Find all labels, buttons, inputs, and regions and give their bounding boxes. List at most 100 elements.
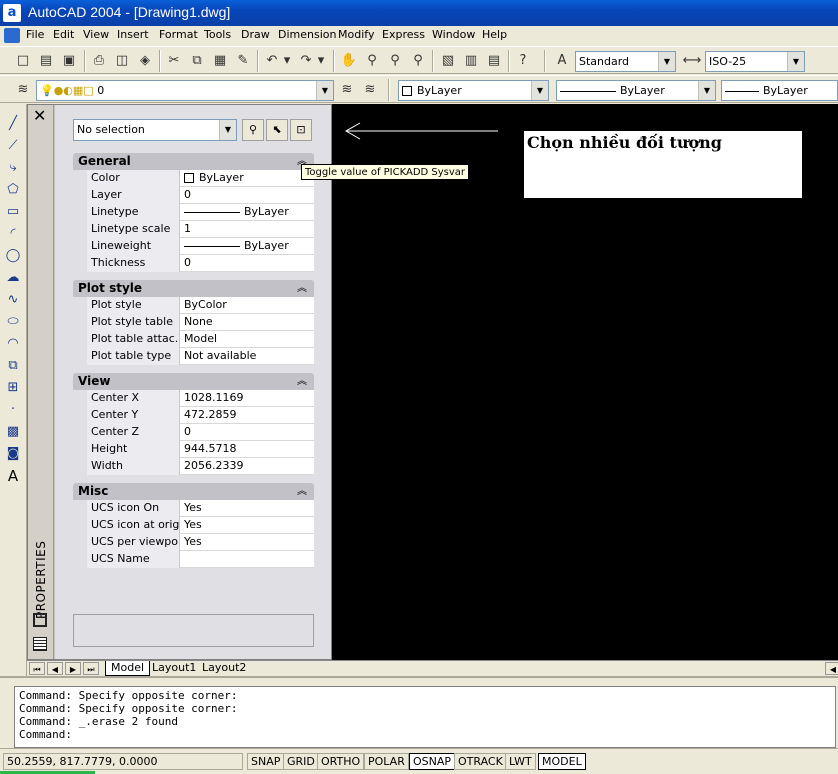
property-value[interactable]: 0 [181,187,314,204]
palette-handle[interactable]: ✕ PROPERTIES [28,105,54,659]
property-row[interactable]: Height 944.5718 [87,441,314,458]
collapse-icon[interactable]: ︽ [297,280,307,297]
property-value[interactable]: 0 [181,255,314,272]
menu-dimension[interactable]: Dimension [276,28,338,41]
undo-icon[interactable]: ↶ [262,51,282,71]
menu-help[interactable]: Help [480,28,509,41]
make-object-layer-current-icon[interactable]: ≋ [337,80,357,100]
property-value[interactable]: 1 [181,221,314,238]
selection-select[interactable]: No selection ▼ [73,119,237,141]
ellipse-arc-icon[interactable]: ◠ [3,334,23,354]
pan-icon[interactable]: ✋ [339,51,359,71]
document-icon[interactable] [4,28,20,43]
menu-insert[interactable]: Insert [115,28,151,41]
menu-window[interactable]: Window [430,28,477,41]
property-row[interactable]: Center X 1028.1169 [87,390,314,407]
property-row[interactable]: UCS per viewport Yes [87,534,314,551]
menu-express[interactable]: Express [380,28,427,41]
grid-toggle[interactable]: GRID [283,753,319,770]
rectangle-icon[interactable]: ▭ [3,202,23,222]
property-value[interactable]: ByLayer [181,204,314,221]
zoom-realtime-icon[interactable]: ⚲ [362,51,382,71]
chevron-down-icon[interactable]: ▼ [658,52,675,71]
tab-layout2[interactable]: Layout2 [197,661,251,676]
menu-view[interactable]: View [81,28,111,41]
zoom-previous-icon[interactable]: ⚲ [408,51,428,71]
property-value[interactable]: None [181,314,314,331]
property-row[interactable]: Plot style ByColor [87,297,314,314]
property-row[interactable]: Plot style table None [87,314,314,331]
copy-icon[interactable]: ⧉ [187,51,207,71]
quick-select-icon[interactable]: ⚲ [242,119,264,141]
model-toggle[interactable]: MODEL [538,753,586,770]
ortho-toggle[interactable]: ORTHO [317,753,365,770]
save-icon[interactable]: ▣ [59,51,79,71]
osnap-toggle[interactable]: OSNAP [409,753,456,770]
cut-icon[interactable]: ✂ [164,51,184,71]
property-row[interactable]: Center Z0 [87,424,314,441]
property-row[interactable]: Color ByLayer [87,170,314,187]
last-tab-icon[interactable]: ⏭ [83,662,99,675]
property-row[interactable]: Lineweight ByLayer [87,238,314,255]
property-row[interactable]: Linetype ByLayer [87,204,314,221]
region-icon[interactable]: ◙ [3,444,23,464]
collapse-icon[interactable]: ︽ [297,483,307,500]
property-value[interactable] [181,551,314,568]
section-header[interactable]: Misc ︽ [73,483,314,500]
polyline-icon[interactable]: ⤷ [3,158,23,178]
lineweight-select[interactable]: ByLayer [721,80,838,101]
scroll-left-icon[interactable]: ◀ [825,662,838,675]
chevron-down-icon[interactable]: ▼ [219,120,236,140]
layer-select[interactable]: 💡●◐▦□ 0 ▼ [36,80,334,101]
otrack-toggle[interactable]: OTRACK [454,753,507,770]
command-history[interactable]: Command: Specify opposite corner: Command… [14,686,836,748]
chevron-down-icon[interactable]: ▼ [316,81,333,100]
color-select[interactable]: ByLayer ▼ [398,80,549,101]
coordinate-readout[interactable]: 50.2559, 817.7779, 0.0000 [3,753,243,770]
property-value[interactable]: 944.5718 [181,441,314,458]
tab-model[interactable]: Model [105,661,151,676]
snap-toggle[interactable]: SNAP [247,753,285,770]
help-icon[interactable]: ? [513,51,533,71]
property-value[interactable]: 2056.2339 [181,458,314,475]
zoom-window-icon[interactable]: ⚲ [385,51,405,71]
chevron-down-icon[interactable]: ▼ [787,52,804,71]
redo-dropdown-icon[interactable]: ▾ [316,51,326,71]
property-value[interactable]: ByLayer [181,238,314,255]
property-row[interactable]: Plot table type Not available [87,348,314,365]
tab-layout1[interactable]: Layout1 [147,661,201,676]
chevron-down-icon[interactable]: ▼ [698,81,715,100]
property-value[interactable]: 0 [181,424,314,441]
paste-icon[interactable]: ▦ [210,51,230,71]
match-properties-icon[interactable]: ✎ [233,51,253,71]
linetype-select[interactable]: ByLayer ▼ [556,80,716,101]
menu-modify[interactable]: Modify [336,28,376,41]
new-file-icon[interactable]: □ [13,51,33,71]
autocad-app-icon[interactable]: a [3,4,21,22]
arc-icon[interactable]: ◜ [3,224,23,244]
polygon-icon[interactable]: ⬠ [3,180,23,200]
toggle-pickadd-icon[interactable]: ⊡ [290,119,312,141]
property-value[interactable]: Model [181,331,314,348]
design-center-icon[interactable]: ▥ [461,51,481,71]
property-value[interactable]: ByLayer [181,170,314,187]
layer-manager-icon[interactable]: ≋ [13,80,33,100]
open-file-icon[interactable]: ▤ [36,51,56,71]
spline-icon[interactable]: ∿ [3,290,23,310]
print-preview-icon[interactable]: ◫ [112,51,132,71]
line-icon[interactable]: ╱ [3,114,23,134]
next-tab-icon[interactable]: ▶ [65,662,81,675]
menu-format[interactable]: Format [157,28,200,41]
palette-properties-icon[interactable] [33,637,47,651]
property-value[interactable]: Yes [181,534,314,551]
close-icon[interactable]: ✕ [33,106,46,125]
prev-tab-icon[interactable]: ◀ [47,662,63,675]
property-value[interactable]: ByColor [181,297,314,314]
chevron-down-icon[interactable]: ▼ [531,81,548,100]
menu-draw[interactable]: Draw [239,28,272,41]
undo-dropdown-icon[interactable]: ▾ [282,51,292,71]
construction-line-icon[interactable]: ⟋ [3,136,23,156]
property-row[interactable]: Center Y 472.2859 [87,407,314,424]
property-row[interactable]: UCS Name [87,551,314,568]
menu-file[interactable]: File [24,28,46,41]
